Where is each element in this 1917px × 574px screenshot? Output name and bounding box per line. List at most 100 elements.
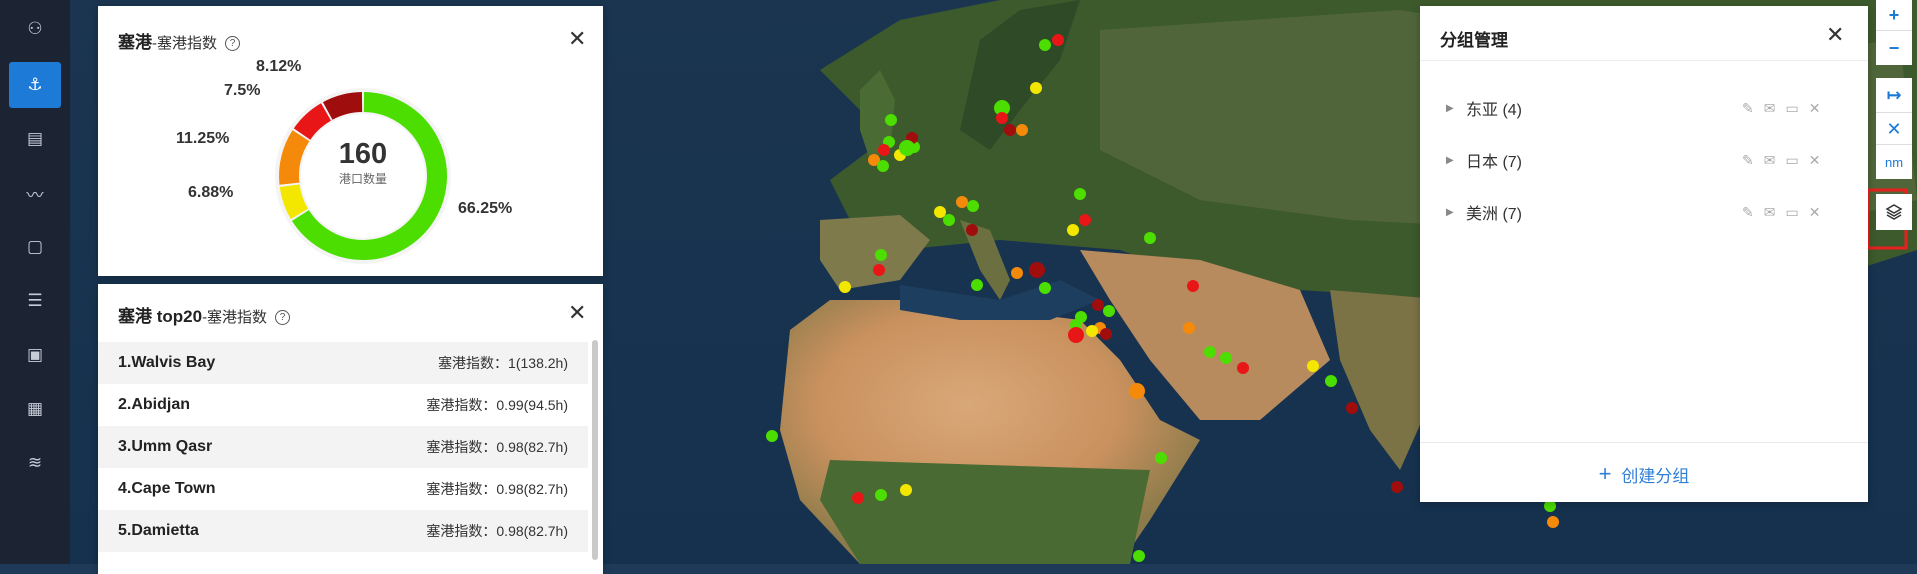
- port-marker[interactable]: [1187, 280, 1199, 292]
- port-marker[interactable]: [1129, 383, 1145, 399]
- close-icon[interactable]: ✕: [568, 302, 586, 324]
- port-marker[interactable]: [839, 281, 851, 293]
- port-marker[interactable]: [996, 112, 1008, 124]
- table-row[interactable]: 3.Umm Qasr 塞港指数：0.98(82.7h): [98, 426, 588, 468]
- port-marker[interactable]: [1029, 262, 1045, 278]
- group-item[interactable]: ▶ 美洲 (7) ✎ ✉ ▭ ✕: [1420, 195, 1830, 229]
- table-row[interactable]: 2.Abidjan 塞港指数：0.99(94.5h): [98, 384, 588, 426]
- port-marker[interactable]: [900, 484, 912, 496]
- anchor-icon[interactable]: ⚓: [9, 62, 61, 108]
- edit-icon[interactable]: ✎: [1742, 204, 1754, 221]
- database-icon[interactable]: ☰: [9, 278, 61, 324]
- port-marker[interactable]: [873, 264, 885, 276]
- calendar-icon[interactable]: ▭: [1785, 204, 1798, 221]
- caret-right-icon[interactable]: ▶: [1446, 207, 1466, 218]
- delete-icon[interactable]: ✕: [1809, 152, 1821, 169]
- route-icon[interactable]: 〰: [9, 170, 61, 216]
- close-icon[interactable]: ✕: [1826, 24, 1844, 46]
- port-marker[interactable]: [1325, 375, 1337, 387]
- port-marker[interactable]: [766, 430, 778, 442]
- port-marker[interactable]: [875, 249, 887, 261]
- group-item[interactable]: ▶ 东亚 (4) ✎ ✉ ▭ ✕: [1420, 91, 1830, 125]
- port-marker[interactable]: [1011, 267, 1023, 279]
- help-icon[interactable]: ?: [275, 310, 291, 325]
- port-marker[interactable]: [877, 160, 889, 172]
- port-marker[interactable]: [1183, 322, 1195, 334]
- port-count: 160: [338, 138, 388, 170]
- port-marker[interactable]: [885, 114, 897, 126]
- clear-measure-button[interactable]: ✕: [1876, 112, 1912, 145]
- table-row[interactable]: 1.Walvis Bay 塞港指数：1(138.2h): [98, 342, 588, 384]
- close-icon[interactable]: ✕: [568, 28, 586, 50]
- help-icon[interactable]: ?: [225, 36, 240, 51]
- port-marker[interactable]: [875, 489, 887, 501]
- pct-label-red: 7.5%: [224, 82, 261, 99]
- port-marker[interactable]: [971, 279, 983, 291]
- create-group-button[interactable]: + 创建分组: [1420, 442, 1868, 505]
- port-marker[interactable]: [1004, 124, 1016, 136]
- donut-slice[interactable]: [279, 183, 309, 219]
- mail-icon[interactable]: ✉: [1764, 100, 1776, 117]
- port-marker[interactable]: [1307, 360, 1319, 372]
- table-row[interactable]: 4.Cape Town 塞港指数：0.98(82.7h): [98, 468, 588, 510]
- mail-icon[interactable]: ✉: [1764, 152, 1776, 169]
- port-marker[interactable]: [1039, 282, 1051, 294]
- port-marker[interactable]: [1144, 232, 1156, 244]
- wave-icon[interactable]: ≋: [9, 440, 61, 486]
- port-marker[interactable]: [1016, 124, 1028, 136]
- donut-center: 160 港口数量: [313, 138, 413, 187]
- port-marker[interactable]: [1547, 516, 1559, 528]
- port-marker[interactable]: [1067, 224, 1079, 236]
- delete-icon[interactable]: ✕: [1809, 100, 1821, 117]
- layers-button[interactable]: [1876, 194, 1912, 230]
- mail-icon[interactable]: ✉: [1764, 204, 1776, 221]
- donut-slice[interactable]: [322, 92, 363, 120]
- ship-user-icon[interactable]: ⚇: [9, 6, 61, 52]
- port-marker[interactable]: [1052, 34, 1064, 46]
- port-marker[interactable]: [1074, 188, 1086, 200]
- table-row[interactable]: 5.Damietta 塞港指数：0.98(82.7h): [98, 510, 588, 552]
- caret-right-icon[interactable]: ▶: [1446, 103, 1466, 114]
- group-item[interactable]: ▶ 日本 (7) ✎ ✉ ▭ ✕: [1420, 143, 1830, 177]
- pct-label-orange: 11.25%: [176, 130, 230, 147]
- port-marker[interactable]: [1030, 82, 1042, 94]
- port-marker[interactable]: [966, 224, 978, 236]
- port-marker[interactable]: [899, 140, 915, 156]
- unit-nm-button[interactable]: nm: [1876, 144, 1912, 179]
- port-marker[interactable]: [1086, 325, 1098, 337]
- port-marker[interactable]: [1079, 214, 1091, 226]
- zoom-in-button[interactable]: +: [1876, 0, 1912, 30]
- delete-icon[interactable]: ✕: [1809, 204, 1821, 221]
- caret-right-icon[interactable]: ▶: [1446, 155, 1466, 166]
- port-marker[interactable]: [1100, 328, 1112, 340]
- port-marker[interactable]: [1346, 402, 1358, 414]
- port-marker[interactable]: [1092, 299, 1104, 311]
- port-marker[interactable]: [1103, 305, 1115, 317]
- port-marker[interactable]: [1068, 327, 1084, 343]
- box-settings-icon[interactable]: ▣: [9, 332, 61, 378]
- scrollbar[interactable]: [592, 340, 598, 560]
- calendar-icon[interactable]: ▭: [1785, 152, 1798, 169]
- port-marker[interactable]: [1220, 352, 1232, 364]
- port-marker[interactable]: [956, 196, 968, 208]
- port-marker[interactable]: [1391, 481, 1403, 493]
- calendar-icon[interactable]: ▭: [1785, 100, 1798, 117]
- calendar-grid-icon[interactable]: ▦: [9, 386, 61, 432]
- port-marker[interactable]: [1133, 550, 1145, 562]
- measure-button[interactable]: ↦: [1876, 78, 1912, 112]
- port-marker[interactable]: [1204, 346, 1216, 358]
- edit-icon[interactable]: ✎: [1742, 152, 1754, 169]
- port-marker[interactable]: [943, 214, 955, 226]
- port-marker[interactable]: [1155, 452, 1167, 464]
- panel-title: 塞港-塞港指数?: [118, 28, 240, 53]
- port-marker[interactable]: [852, 492, 864, 504]
- port-marker[interactable]: [1237, 362, 1249, 374]
- port-marker[interactable]: [934, 206, 946, 218]
- port-marker[interactable]: [967, 200, 979, 212]
- edit-icon[interactable]: ✎: [1742, 100, 1754, 117]
- zoom-out-button[interactable]: −: [1876, 30, 1912, 65]
- port-marker[interactable]: [878, 144, 890, 156]
- port-marker[interactable]: [1039, 39, 1051, 51]
- document-list-icon[interactable]: ▤: [9, 116, 61, 162]
- file-icon[interactable]: ▢: [9, 224, 61, 270]
